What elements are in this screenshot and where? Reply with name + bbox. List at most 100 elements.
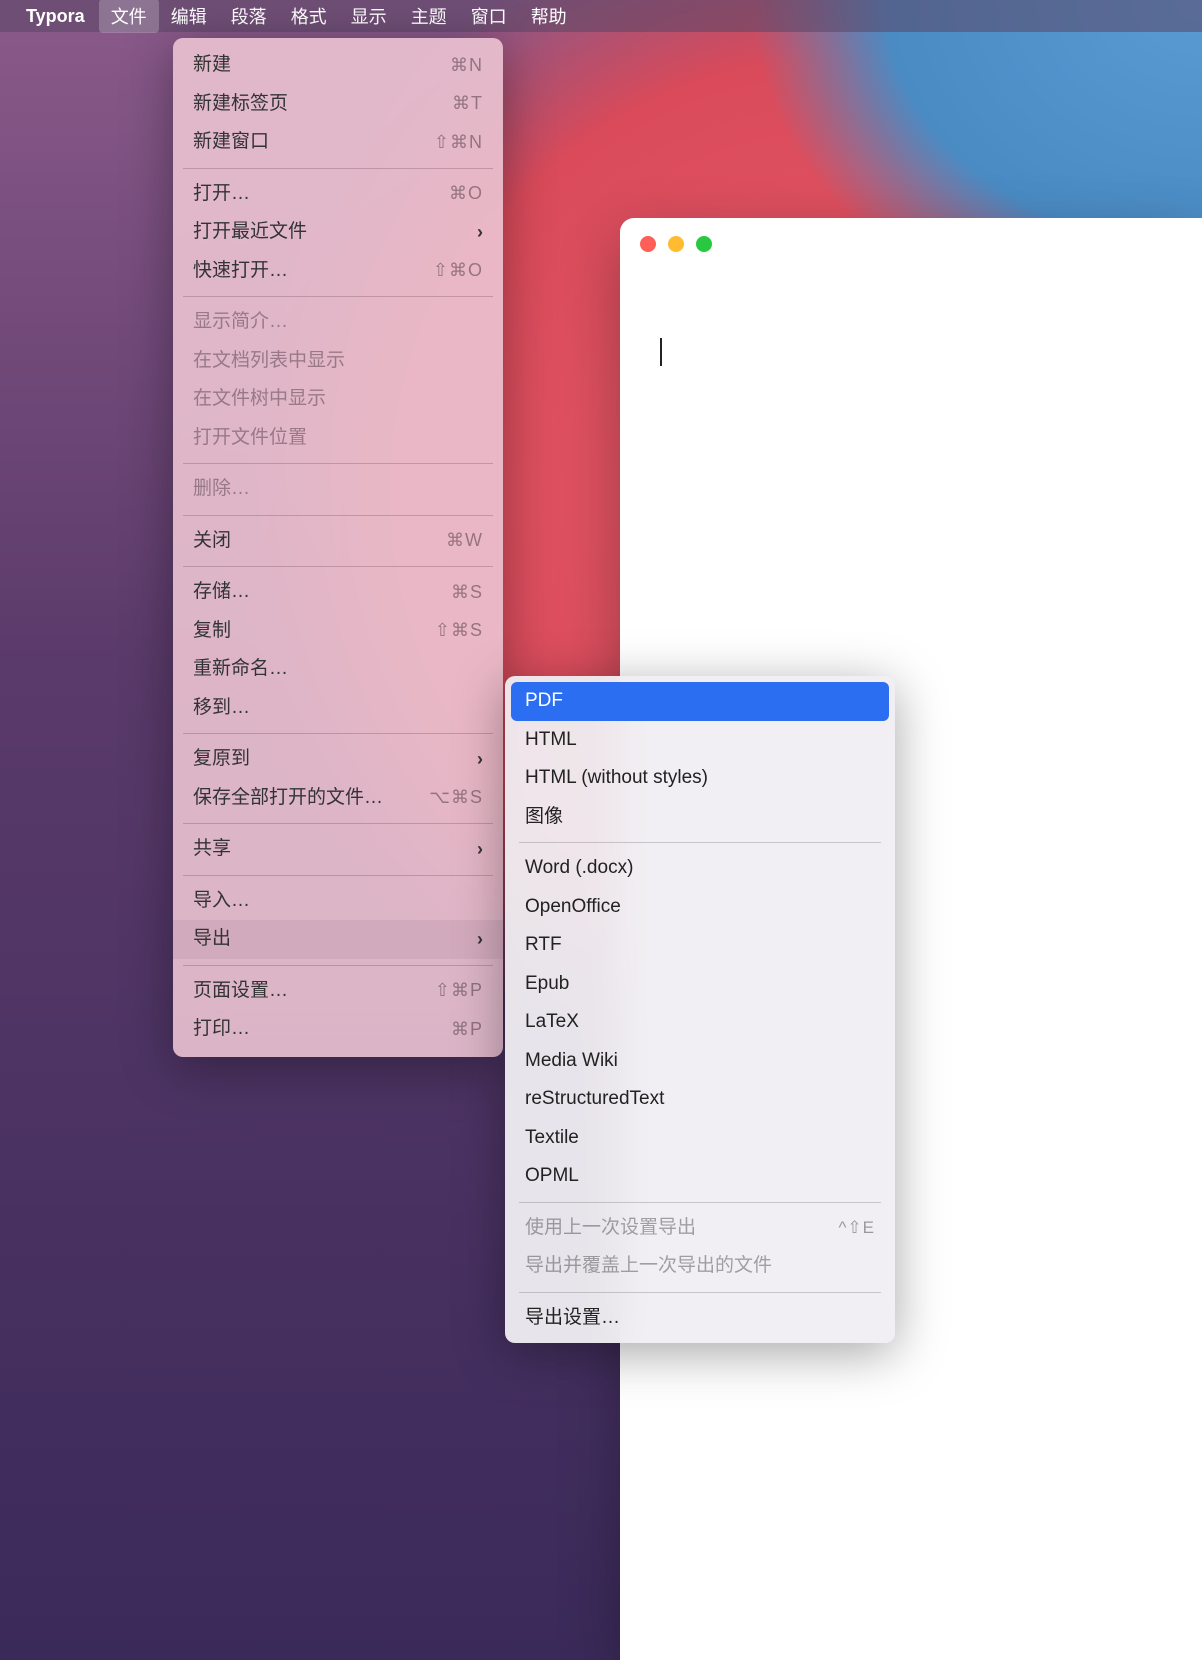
menu-shortcut: ⌘T	[452, 90, 483, 117]
submenu-item-label: reStructuredText	[525, 1085, 664, 1114]
menu-item[interactable]: 导入…	[173, 882, 503, 921]
submenu-item-label: Epub	[525, 970, 569, 999]
menu-item[interactable]: 导出 ›	[173, 920, 503, 959]
submenu-item[interactable]: 图像	[511, 798, 889, 837]
menu-item[interactable]: 重新命名…	[173, 650, 503, 689]
menu-item-label: 在文档列表中显示	[193, 347, 345, 376]
menu-item[interactable]: 打印…⌘P	[173, 1010, 503, 1049]
menu-separator	[183, 515, 493, 516]
menu-shortcut: ⌥⌘S	[429, 784, 483, 811]
menubar-item[interactable]: 窗口	[459, 0, 519, 33]
menu-item-label: 打开…	[193, 180, 250, 209]
menu-shortcut: ^⇧E	[838, 1215, 875, 1241]
menubar: Typora 文件编辑段落格式显示主题窗口帮助	[0, 0, 1202, 32]
menu-separator	[183, 463, 493, 464]
submenu-item-label: PDF	[525, 687, 563, 716]
submenu-item-label: 导出并覆盖上一次导出的文件	[525, 1252, 772, 1281]
submenu-item[interactable]: OPML	[511, 1157, 889, 1196]
menu-item[interactable]: 保存全部打开的文件… ⌥⌘S	[173, 779, 503, 818]
menu-item[interactable]: 页面设置…⇧⌘P	[173, 972, 503, 1011]
menu-item-label: 删除…	[193, 475, 250, 504]
menu-item-label: 在文件树中显示	[193, 385, 326, 414]
submenu-item[interactable]: PDF	[511, 682, 889, 721]
menu-separator	[183, 168, 493, 169]
menu-item-label: 复原到	[193, 745, 250, 774]
menu-item-label: 打开文件位置	[193, 424, 307, 453]
menu-item[interactable]: 打开最近文件›	[173, 213, 503, 252]
menu-separator	[519, 842, 881, 843]
menu-item-label: 保存全部打开的文件…	[193, 784, 383, 813]
menu-item[interactable]: 新建窗口⇧⌘N	[173, 123, 503, 162]
menubar-item[interactable]: 帮助	[519, 0, 579, 33]
menu-separator	[519, 1202, 881, 1203]
app-name[interactable]: Typora	[26, 6, 85, 27]
menu-item-label: 显示简介…	[193, 308, 288, 337]
menu-item[interactable]: 复制⇧⌘S	[173, 612, 503, 651]
menu-item-label: 导出	[193, 925, 231, 954]
menubar-item[interactable]: 文件	[99, 0, 159, 33]
menu-item[interactable]: 打开… ⌘O	[173, 175, 503, 214]
submenu-item[interactable]: HTML	[511, 721, 889, 760]
submenu-item[interactable]: OpenOffice	[511, 888, 889, 927]
submenu-item: 导出并覆盖上一次导出的文件	[511, 1247, 889, 1286]
submenu-item[interactable]: reStructuredText	[511, 1080, 889, 1119]
menu-item[interactable]: 快速打开…⇧⌘O	[173, 252, 503, 291]
menu-item[interactable]: 新建标签页 ⌘T	[173, 85, 503, 124]
menu-item[interactable]: 移到…	[173, 689, 503, 728]
submenu-item-label: 导出设置…	[525, 1304, 620, 1333]
chevron-right-icon: ›	[477, 746, 483, 773]
menu-separator	[519, 1292, 881, 1293]
menu-shortcut: ⌘W	[446, 527, 483, 554]
submenu-item[interactable]: Textile	[511, 1119, 889, 1158]
file-menu-dropdown: 新建⌘N新建标签页⌘T新建窗口⇧⌘N打开…⌘O打开最近文件›快速打开…⇧⌘O显示…	[173, 38, 503, 1057]
menubar-item[interactable]: 格式	[279, 0, 339, 33]
menu-item[interactable]: 复原到 ›	[173, 740, 503, 779]
menu-item[interactable]: 关闭 ⌘W	[173, 522, 503, 561]
window-controls	[640, 236, 712, 252]
menu-separator	[183, 875, 493, 876]
menu-item-label: 新建标签页	[193, 90, 288, 119]
menu-item-label: 移到…	[193, 694, 250, 723]
menu-item: 显示简介…	[173, 303, 503, 342]
menu-item: 打开文件位置	[173, 419, 503, 458]
menu-item-label: 重新命名…	[193, 655, 288, 684]
submenu-item[interactable]: Word (.docx)	[511, 849, 889, 888]
menu-item[interactable]: 共享›	[173, 830, 503, 869]
menu-shortcut: ⌘O	[449, 180, 483, 207]
menu-item: 删除…	[173, 470, 503, 509]
submenu-item-label: OpenOffice	[525, 893, 621, 922]
submenu-item-label: RTF	[525, 931, 562, 960]
zoom-window-button[interactable]	[696, 236, 712, 252]
submenu-item: 使用上一次设置导出^⇧E	[511, 1209, 889, 1248]
menu-item-label: 复制	[193, 617, 231, 646]
chevron-right-icon: ›	[477, 926, 483, 953]
submenu-item[interactable]: Epub	[511, 965, 889, 1004]
menu-item: 在文件树中显示	[173, 380, 503, 419]
close-window-button[interactable]	[640, 236, 656, 252]
menu-item-label: 打开最近文件	[193, 218, 307, 247]
menubar-item[interactable]: 段落	[219, 0, 279, 33]
menu-shortcut: ⌘S	[451, 579, 483, 606]
submenu-item[interactable]: RTF	[511, 926, 889, 965]
submenu-item-label: Media Wiki	[525, 1047, 618, 1076]
submenu-item[interactable]: 导出设置…	[511, 1299, 889, 1338]
menu-item-label: 关闭	[193, 527, 231, 556]
minimize-window-button[interactable]	[668, 236, 684, 252]
menu-item[interactable]: 存储…⌘S	[173, 573, 503, 612]
menubar-item[interactable]: 编辑	[159, 0, 219, 33]
menubar-item[interactable]: 主题	[399, 0, 459, 33]
menubar-item[interactable]: 显示	[339, 0, 399, 33]
submenu-item-label: LaTeX	[525, 1008, 579, 1037]
menu-item[interactable]: 新建⌘N	[173, 46, 503, 85]
menu-shortcut: ⇧⌘O	[433, 257, 483, 284]
menu-item-label: 打印…	[193, 1015, 250, 1044]
menu-separator	[183, 823, 493, 824]
menu-separator	[183, 566, 493, 567]
menu-shortcut: ⌘N	[450, 52, 483, 79]
submenu-item[interactable]: LaTeX	[511, 1003, 889, 1042]
submenu-item[interactable]: HTML (without styles)	[511, 759, 889, 798]
menu-separator	[183, 296, 493, 297]
submenu-item[interactable]: Media Wiki	[511, 1042, 889, 1081]
submenu-item-label: Textile	[525, 1124, 579, 1153]
chevron-right-icon: ›	[477, 836, 483, 863]
